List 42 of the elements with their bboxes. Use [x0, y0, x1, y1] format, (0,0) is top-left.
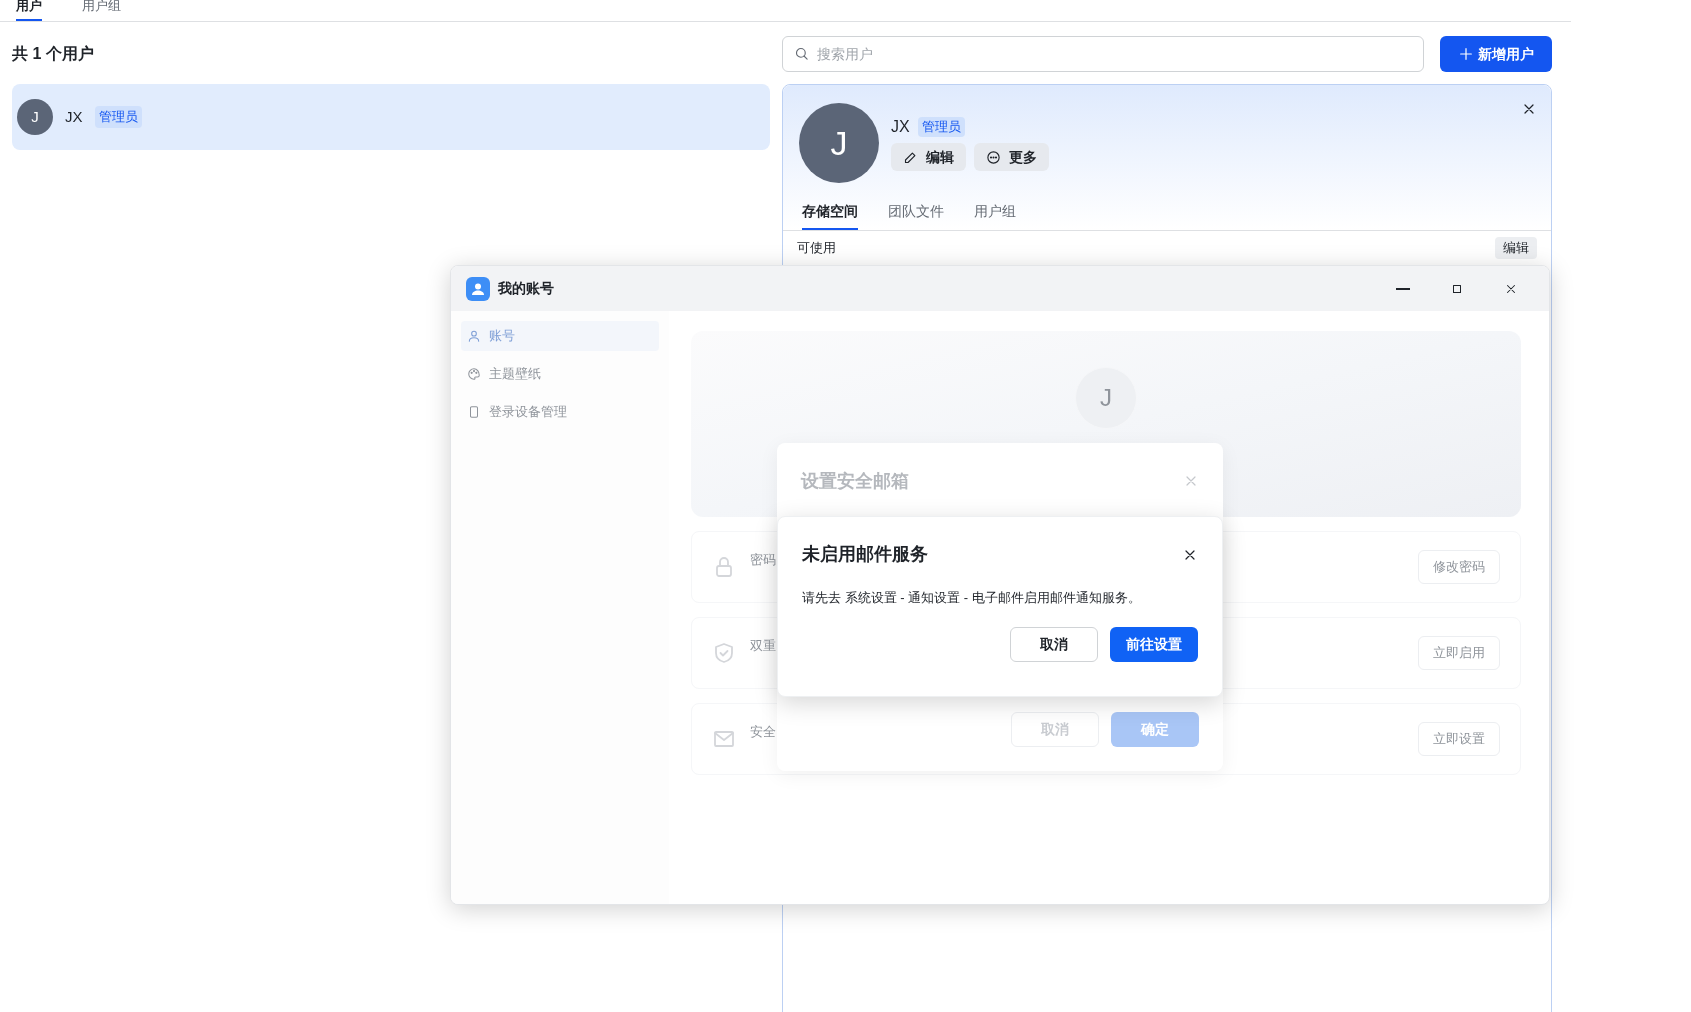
edit-button[interactable]: 编辑 [1495, 237, 1537, 259]
add-user-button[interactable]: 新增用户 [1440, 36, 1552, 72]
pencil-icon [903, 149, 918, 165]
user-avatar: J [17, 99, 53, 135]
app-logo-icon [466, 276, 490, 301]
palette-icon [467, 367, 481, 381]
plus-icon [1458, 46, 1474, 62]
user-avatar: J [1075, 367, 1137, 429]
user-name: JX [891, 117, 910, 137]
sidebar-item[interactable]: 登录设备管理 [461, 397, 659, 427]
setting-action-button[interactable]: 修改密码 [1418, 550, 1500, 584]
edit-button[interactable]: 编辑 [891, 143, 966, 171]
tab[interactable]: 用户组 [974, 201, 1016, 230]
phone-icon [467, 405, 481, 419]
go-to-settings-button[interactable]: 前往设置 [1110, 626, 1198, 662]
setting-title: 双重 [750, 637, 776, 656]
cancel-button[interactable]: 取消 [1010, 626, 1098, 662]
setting-action-button[interactable]: 立即设置 [1418, 722, 1500, 756]
dialog-message: 请先去 系统设置 - 通知设置 - 电子邮件启用邮件通知服务。 [802, 589, 1142, 607]
more-button[interactable]: 更多 [974, 143, 1049, 171]
setting-title: 密码 [750, 551, 776, 570]
shield-icon [712, 641, 736, 665]
storage-label: 可使用 [797, 239, 836, 257]
user-count-heading: 共 1 个用户 [12, 44, 95, 64]
role-badge: 管理员 [917, 117, 965, 137]
user-row[interactable]: J JX 管理员 [12, 84, 770, 150]
dialog-title: 未启用邮件服务 [802, 543, 928, 566]
person-icon [467, 329, 481, 343]
minimize-icon [1396, 286, 1410, 291]
search-field[interactable]: 搜索用户 [782, 36, 1424, 72]
sidebar-item[interactable]: 主题壁纸 [461, 359, 659, 389]
role-badge: 管理员 [94, 106, 142, 128]
more-icon [986, 149, 1001, 165]
setting-action-button[interactable]: 立即启用 [1418, 636, 1500, 670]
user-name: JX [65, 106, 83, 127]
tab[interactable]: 存储空间 [802, 201, 858, 230]
tab[interactable]: 团队文件 [888, 201, 944, 230]
dialog-title: 设置安全邮箱 [801, 469, 909, 493]
user-avatar: J [799, 103, 879, 183]
setting-title: 安全 [750, 723, 776, 742]
window-title: 我的账号 [498, 279, 555, 298]
search-icon [794, 46, 809, 61]
